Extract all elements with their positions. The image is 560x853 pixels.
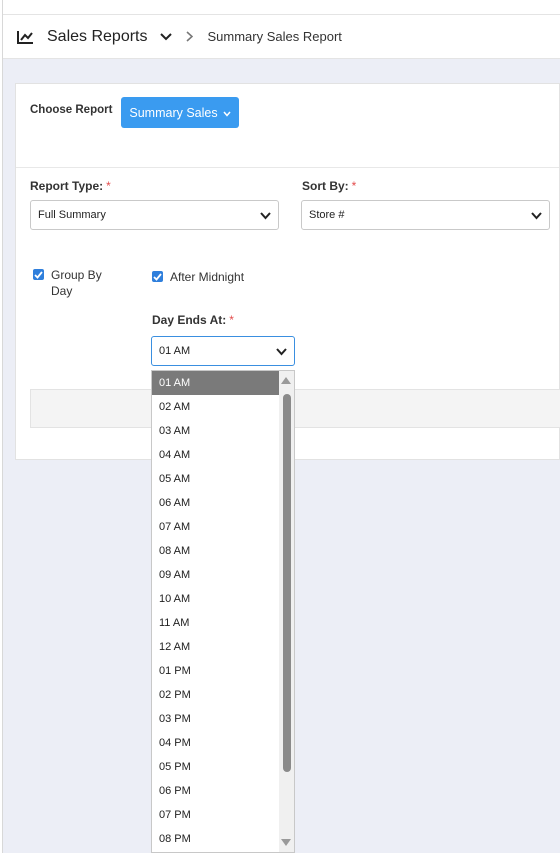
dropdown-option[interactable]: 12 AM bbox=[152, 635, 279, 659]
chart-line-icon bbox=[17, 28, 35, 46]
required-marker: * bbox=[229, 313, 234, 327]
dropdown-option[interactable]: 05 PM bbox=[152, 755, 279, 779]
scrollbar-thumb[interactable] bbox=[283, 394, 291, 772]
dropdown-option[interactable]: 01 AM bbox=[152, 371, 279, 395]
dropdown-option[interactable]: 11 AM bbox=[152, 611, 279, 635]
action-bar bbox=[30, 389, 560, 428]
day-ends-at-select[interactable]: 01 AM bbox=[151, 336, 295, 366]
report-type-label: Report Type: * bbox=[30, 179, 111, 193]
dropdown-option[interactable]: 08 PM bbox=[152, 827, 279, 851]
day-ends-at-label: Day Ends At: * bbox=[152, 313, 234, 327]
dropdown-option[interactable]: 04 AM bbox=[152, 443, 279, 467]
dropdown-option[interactable]: 05 AM bbox=[152, 467, 279, 491]
day-ends-at-value: 01 AM bbox=[159, 345, 191, 357]
required-marker: * bbox=[351, 179, 357, 193]
breadcrumb-separator-icon bbox=[185, 31, 196, 43]
checkmark-icon bbox=[153, 272, 162, 281]
page-header: Sales Reports Summary Sales Report bbox=[3, 14, 560, 59]
choose-report-button-label: Summary Sales bbox=[129, 105, 218, 120]
dropdown-option[interactable]: 01 PM bbox=[152, 659, 279, 683]
day-ends-at-dropdown[interactable]: 01 AM 02 AM 03 AM 04 AM 05 AM 06 AM 07 AM 08 AM… bbox=[151, 370, 295, 853]
sort-by-label-text: Sort By: bbox=[302, 179, 349, 193]
group-by-day-label-line2: Day bbox=[51, 284, 73, 298]
dropdown-option[interactable]: 02 AM bbox=[152, 395, 279, 419]
sort-by-select[interactable]: Store # bbox=[301, 200, 550, 230]
dropdown-option[interactable]: 09 AM bbox=[152, 563, 279, 587]
chevron-down-icon[interactable] bbox=[159, 31, 172, 43]
report-type-select[interactable]: Full Summary bbox=[30, 200, 279, 230]
checkmark-icon bbox=[34, 270, 43, 279]
group-by-day-label: Group By Day bbox=[51, 267, 102, 299]
chevron-down-icon bbox=[223, 106, 231, 120]
top-gap bbox=[3, 0, 560, 14]
breadcrumb-current: Summary Sales Report bbox=[207, 29, 342, 44]
dropdown-option[interactable]: 08 AM bbox=[152, 539, 279, 563]
group-by-day-label-line1: Group By bbox=[51, 268, 102, 282]
page-title[interactable]: Sales Reports bbox=[47, 28, 148, 46]
report-type-label-text: Report Type: bbox=[30, 179, 104, 193]
chevron-down-icon bbox=[260, 212, 271, 220]
dropdown-option[interactable]: 03 AM bbox=[152, 419, 279, 443]
dropdown-option[interactable]: 03 PM bbox=[152, 707, 279, 731]
dropdown-option[interactable]: 04 PM bbox=[152, 731, 279, 755]
section-divider bbox=[16, 167, 559, 168]
after-midnight-checkbox[interactable] bbox=[152, 271, 163, 282]
sort-by-value: Store # bbox=[309, 209, 345, 221]
scroll-down-arrow-icon[interactable] bbox=[281, 839, 291, 846]
dropdown-option[interactable]: 07 AM bbox=[152, 515, 279, 539]
dropdown-option[interactable]: 07 PM bbox=[152, 803, 279, 827]
dropdown-option[interactable]: 10 AM bbox=[152, 587, 279, 611]
day-ends-at-label-text: Day Ends At: bbox=[152, 313, 227, 327]
required-marker: * bbox=[106, 179, 111, 193]
choose-report-button[interactable]: Summary Sales bbox=[121, 97, 239, 128]
sort-by-label: Sort By: * bbox=[302, 179, 356, 193]
dropdown-option[interactable]: 06 AM bbox=[152, 491, 279, 515]
group-by-day-checkbox[interactable] bbox=[33, 269, 44, 280]
report-type-value: Full Summary bbox=[38, 209, 106, 221]
dropdown-option[interactable]: 02 PM bbox=[152, 683, 279, 707]
choose-report-label: Choose Report bbox=[30, 104, 113, 116]
dropdown-option[interactable]: 06 PM bbox=[152, 779, 279, 803]
dropdown-scrollbar[interactable] bbox=[279, 371, 294, 852]
scroll-up-arrow-icon[interactable] bbox=[281, 377, 291, 384]
after-midnight-label: After Midnight bbox=[170, 270, 245, 284]
chevron-down-icon bbox=[531, 212, 542, 220]
chevron-down-icon bbox=[276, 348, 287, 356]
